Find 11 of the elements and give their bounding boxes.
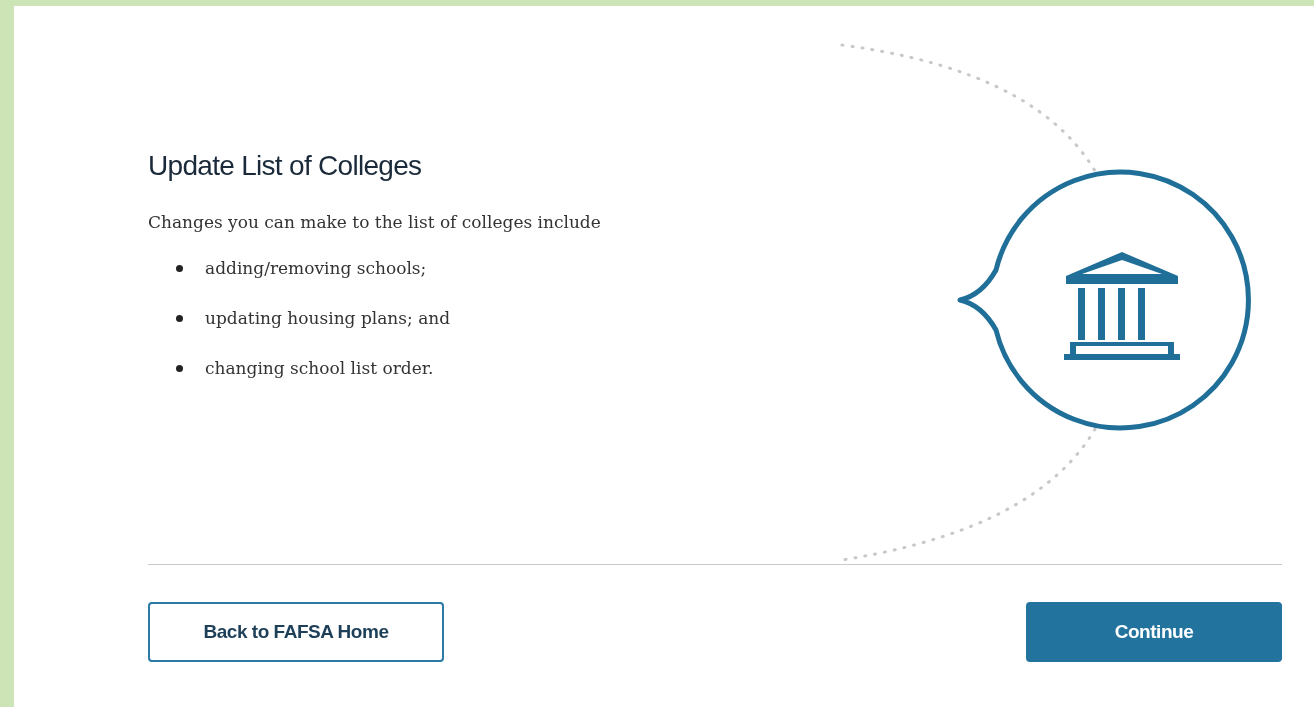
list-item-text: changing school list order. — [205, 357, 434, 380]
page-heading: Update List of Colleges — [148, 149, 423, 183]
list-item-text: updating housing plans; and — [205, 307, 451, 330]
list-item-text: adding/removing schools; — [205, 257, 427, 280]
back-button[interactable]: Back to FAFSA Home — [148, 602, 444, 662]
intro-text: Changes you can make to the list of colleges include — [148, 211, 602, 234]
bullet-icon — [176, 364, 183, 372]
bullet-icon — [176, 314, 183, 322]
continue-button[interactable]: Continue — [1026, 602, 1282, 662]
bank-icon — [1064, 252, 1180, 360]
bullet-icon — [176, 264, 183, 272]
